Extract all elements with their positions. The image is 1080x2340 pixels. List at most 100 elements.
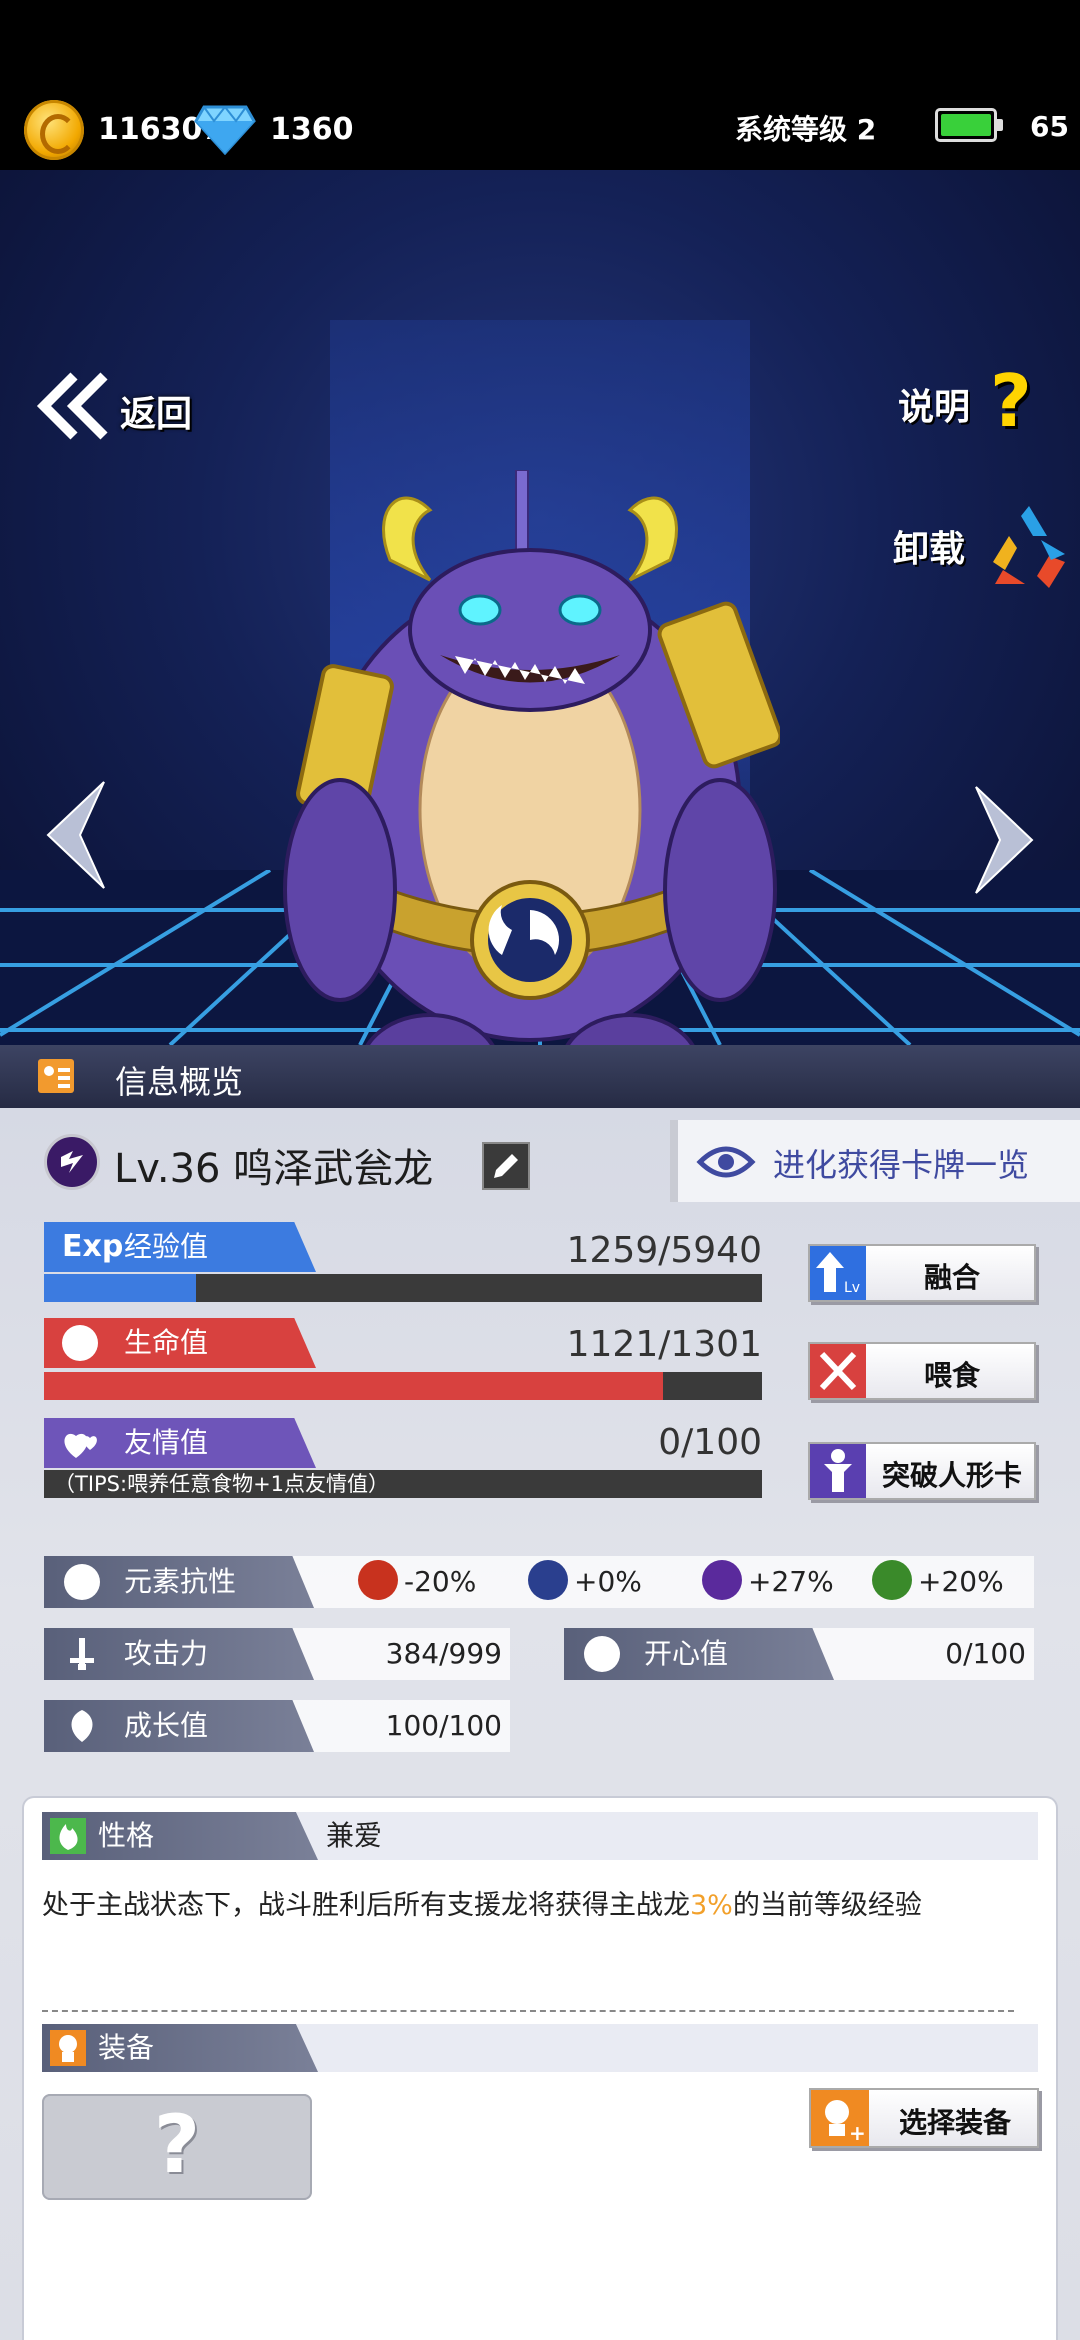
fuse-button[interactable]: Lv 融合	[808, 1244, 1036, 1302]
exp-tag: Exp 经验值	[44, 1222, 316, 1272]
pet-level-name: Lv.36 鸣泽武瓮龙	[114, 1146, 434, 1192]
diamond-icon	[194, 105, 256, 155]
battery-icon	[935, 108, 1003, 142]
diamond-amount: 1360	[270, 112, 354, 147]
equipment-icon	[50, 2030, 86, 2066]
empty-slot-question-icon: ?	[153, 2098, 201, 2191]
electric-resistance-value: +27%	[748, 1565, 834, 1598]
hearts-icon	[62, 1426, 102, 1460]
friendship-label: 友情值	[124, 1426, 209, 1459]
info-overview-title: 信息概览	[115, 1063, 244, 1101]
info-panel: Lv.36 鸣泽武瓮龙 进化获得卡牌一览 Exp 经验值 1259/5940 生…	[0, 1108, 1080, 2340]
friendship-value: 0/100	[658, 1422, 762, 1463]
trait-description: 处于主战状态下，战斗胜利后所有支援龙将获得主战龙3%的当前等级经验	[42, 1886, 922, 1926]
water-resistance: +0%	[528, 1556, 642, 1608]
trait-label: 性格	[98, 1819, 155, 1852]
recycle-icon[interactable]	[985, 500, 1073, 588]
feed-button[interactable]: 喂食	[808, 1342, 1036, 1400]
hp-bar	[44, 1372, 762, 1400]
friendship-tips: （TIPS:喂养任意食物+1点友情值）	[44, 1470, 762, 1498]
help-label[interactable]: 说明	[898, 378, 970, 430]
desc-highlight: 3%	[690, 1890, 733, 1921]
choose-equipment-label: 选择装备	[898, 2106, 1011, 2139]
nature-resistance: +20%	[872, 1556, 1004, 1608]
battery-level: 65	[1030, 110, 1069, 143]
feed-label: 喂食	[923, 1359, 980, 1392]
fuse-label: 融合	[923, 1261, 980, 1294]
desc-text-1: 处于主战状态下，战斗胜利后所有支援龙将获得主战龙	[42, 1890, 690, 1921]
exp-bar	[44, 1274, 762, 1302]
exp-label: 经验值	[124, 1230, 209, 1263]
hp-label: 生命值	[124, 1326, 209, 1359]
pet-dragon-model	[283, 470, 780, 1045]
back-label[interactable]: 返回	[120, 385, 192, 437]
happiness-value: 0/100	[945, 1637, 1026, 1670]
trait-tag: 性格	[42, 1812, 318, 1860]
pet-detail-screen: 116307 1360 系统等级 2 65 返回 说明 ? 卸载 信息概览 Lv…	[0, 0, 1080, 2340]
hp-tag: 生命值	[44, 1318, 316, 1368]
sword-icon	[64, 1636, 100, 1672]
electric-resistance: +27%	[702, 1556, 834, 1608]
trait-equipment-card: 性格 兼爱 处于主战状态下，战斗胜利后所有支援龙将获得主战龙3%的当前等级经验 …	[24, 1798, 1056, 2340]
happiness-label: 开心值	[644, 1637, 729, 1670]
exp-value: 1259/5940	[566, 1230, 762, 1271]
attack-value: 384/999	[385, 1637, 502, 1670]
info-overview-header: 信息概览	[0, 1045, 1080, 1108]
fire-resistance: -20%	[358, 1556, 476, 1608]
nature-element-icon	[872, 1560, 912, 1600]
blood-drop-icon	[62, 1325, 98, 1361]
profile-card-icon	[38, 1059, 74, 1093]
edit-name-icon[interactable]	[482, 1142, 530, 1190]
equipment-slot[interactable]: ?	[42, 2094, 312, 2200]
water-element-icon	[528, 1560, 568, 1600]
attack-label: 攻击力	[124, 1637, 209, 1670]
svg-text:+: +	[849, 2121, 866, 2145]
growth-value: 100/100	[385, 1709, 502, 1742]
attack-tag: 攻击力	[44, 1628, 314, 1680]
evolve-cards-button[interactable]: 进化获得卡牌一览	[670, 1120, 1080, 1202]
gold-coin-icon	[24, 100, 84, 160]
smiley-icon	[584, 1636, 620, 1672]
desc-text-2: 的当前等级经验	[732, 1890, 922, 1921]
eye-icon	[696, 1146, 756, 1178]
exp-prefix: Exp	[62, 1229, 124, 1264]
friendship-tag: 友情值	[44, 1418, 316, 1468]
add-equipment-icon: +	[811, 2090, 869, 2146]
growth-label: 成长值	[124, 1709, 209, 1742]
left-arrow-icon[interactable]	[40, 780, 110, 890]
resistance-tag: 元素抗性	[44, 1556, 314, 1608]
resistance-label: 元素抗性	[124, 1565, 237, 1598]
level-up-icon: Lv	[810, 1246, 866, 1300]
breakthrough-label: 突破人形卡	[881, 1459, 1022, 1492]
leaf-icon	[64, 1708, 100, 1744]
hp-bar-fill	[44, 1372, 663, 1400]
fire-resistance-value: -20%	[404, 1565, 477, 1598]
happiness-tag: 开心值	[564, 1628, 834, 1680]
breakthrough-button[interactable]: 突破人形卡	[808, 1442, 1036, 1500]
trait-value: 兼爱	[326, 1819, 383, 1852]
electric-element-icon	[44, 1134, 100, 1190]
water-drop-icon	[64, 1564, 100, 1600]
growth-tag: 成长值	[44, 1700, 314, 1752]
top-status-bar: 116307 1360 系统等级 2 65	[0, 0, 1080, 170]
pet-showcase-scene: 返回 说明 ? 卸载	[0, 170, 1080, 1045]
svg-text:Lv: Lv	[844, 1280, 860, 1296]
humanoid-card-icon	[810, 1444, 866, 1498]
question-mark-icon[interactable]: ?	[990, 365, 1032, 437]
equip-label: 装备	[98, 2031, 155, 2064]
electric-element-icon	[702, 1560, 742, 1600]
fire-element-icon	[358, 1560, 398, 1600]
equip-tag: 装备	[42, 2024, 318, 2072]
fork-knife-icon	[810, 1344, 866, 1398]
system-level: 系统等级 2	[735, 113, 877, 146]
choose-equipment-button[interactable]: + 选择装备	[809, 2088, 1039, 2148]
water-resistance-value: +0%	[574, 1565, 642, 1598]
unload-label[interactable]: 卸载	[893, 520, 965, 572]
exp-bar-fill	[44, 1274, 197, 1302]
evolve-cards-label: 进化获得卡牌一览	[773, 1146, 1030, 1184]
nature-resistance-value: +20%	[918, 1565, 1004, 1598]
flame-icon	[50, 1818, 86, 1854]
back-chevron-icon	[36, 372, 108, 440]
hp-value: 1121/1301	[566, 1324, 762, 1365]
right-arrow-icon[interactable]	[970, 785, 1040, 895]
